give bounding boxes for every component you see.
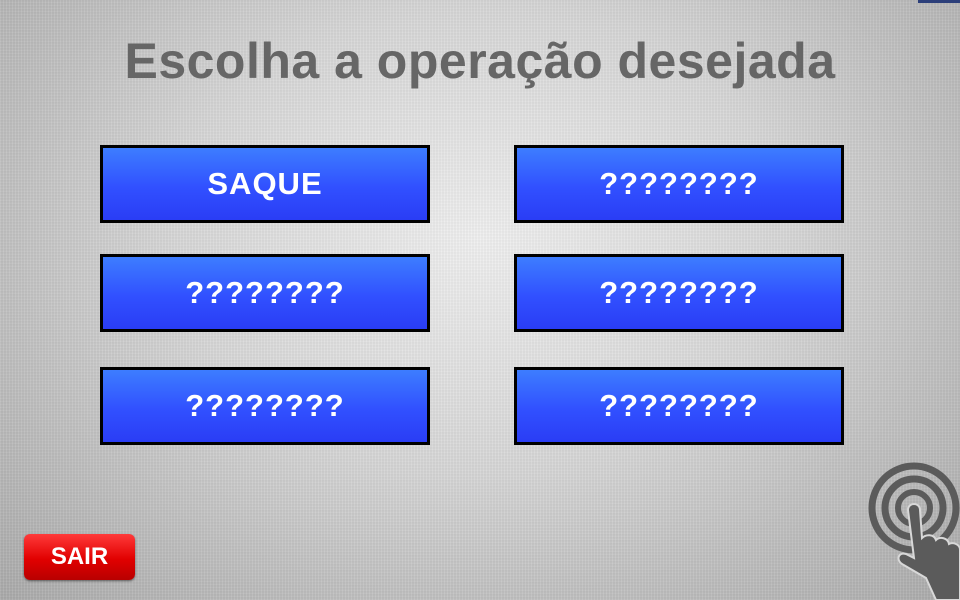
page-title: Escolha a operação desejada <box>124 33 836 89</box>
operation-button-5[interactable]: ???????? <box>100 367 430 445</box>
corner-tab <box>918 0 960 3</box>
operation-button-6[interactable]: ???????? <box>514 367 844 445</box>
exit-button[interactable]: SAIR <box>24 534 135 580</box>
operation-button-3[interactable]: ???????? <box>100 254 430 332</box>
operation-button-saque[interactable]: SAQUE <box>100 145 430 223</box>
operation-button-2[interactable]: ???????? <box>514 145 844 223</box>
operation-button-4[interactable]: ???????? <box>514 254 844 332</box>
touch-hand-icon <box>866 460 960 600</box>
